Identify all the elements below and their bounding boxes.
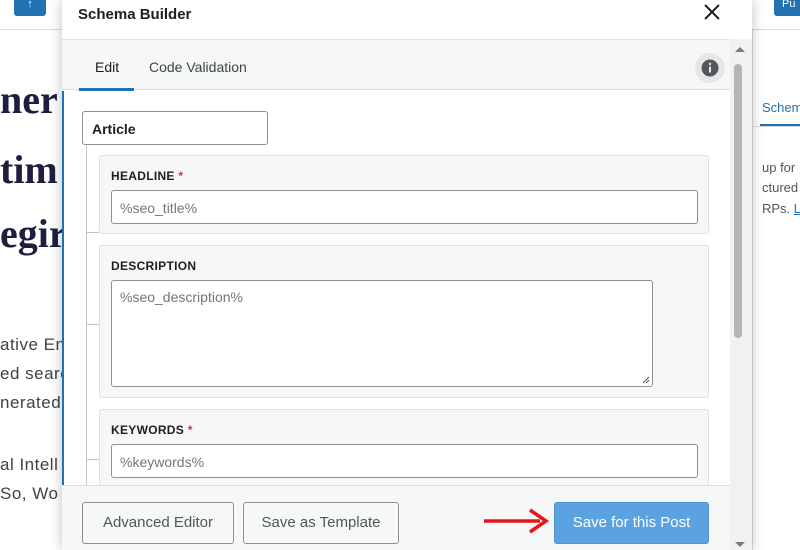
background-sidebar-divider xyxy=(752,126,800,127)
background-sidebar-text-3: RPs. Le xyxy=(762,201,800,216)
save-as-template-button[interactable]: Save as Template xyxy=(243,502,399,544)
annotation-arrow-icon xyxy=(484,508,550,534)
modal-footer: Advanced Editor Save as Template Save fo… xyxy=(62,485,730,550)
keywords-input[interactable]: %keywords% xyxy=(111,444,698,478)
background-sidebar-tab-underline xyxy=(760,124,800,126)
background-paragraph-line-3: nerated xyxy=(0,393,62,412)
background-sidebar-learn-more-link[interactable]: Le xyxy=(794,201,800,216)
description-field-panel: DESCRIPTION %seo_description% xyxy=(99,245,709,398)
tree-connector-description xyxy=(86,324,99,325)
description-textarea-value: %seo_description% xyxy=(120,289,243,305)
keywords-label-text: KEYWORDS xyxy=(111,423,185,437)
modal-title: Schema Builder xyxy=(78,6,192,23)
headline-input[interactable]: %seo_title% xyxy=(111,190,698,224)
keywords-label: KEYWORDS * xyxy=(111,423,193,437)
scrollbar-thumb[interactable] xyxy=(734,64,742,338)
content-left-accent xyxy=(62,91,64,485)
close-icon xyxy=(704,4,720,20)
tree-connector-vertical xyxy=(86,145,87,485)
headline-label-text: HEADLINE xyxy=(111,169,175,183)
tab-edit[interactable]: Edit xyxy=(95,59,119,75)
headline-label: HEADLINE * xyxy=(111,169,183,183)
headline-field-panel: HEADLINE * %seo_title% xyxy=(99,155,709,234)
background-sidebar-text-2: ctured xyxy=(762,180,799,195)
tree-connector-keywords xyxy=(86,459,99,460)
tab-code-validation[interactable]: Code Validation xyxy=(149,59,247,75)
background-headline-line-1: ner xyxy=(0,77,58,122)
resize-grip-icon[interactable] xyxy=(642,376,650,384)
background-paragraph-line-4: al Intell xyxy=(0,455,59,474)
background-headline-line-3: egir xyxy=(0,211,67,256)
info-icon xyxy=(701,59,719,77)
tabs-bar: Edit Code Validation xyxy=(62,39,730,91)
info-button[interactable] xyxy=(695,53,725,83)
keywords-required-marker: * xyxy=(187,423,193,437)
advanced-editor-button[interactable]: Advanced Editor xyxy=(82,502,234,544)
close-button[interactable] xyxy=(702,2,722,22)
schema-type-field[interactable]: Article xyxy=(82,111,268,145)
schema-editor-content: Article HEADLINE * %seo_title% DESCRIPTI… xyxy=(62,91,730,485)
background-sidebar-text-3-label: RPs. xyxy=(762,201,794,216)
tree-connector-headline xyxy=(86,232,99,233)
background-publish-button[interactable]: Pu xyxy=(774,0,800,16)
schema-builder-modal: Schema Builder Edit Code Validation Arti… xyxy=(62,0,752,550)
headline-required-marker: * xyxy=(178,169,184,183)
save-for-this-post-button[interactable]: Save for this Post xyxy=(554,502,709,544)
keywords-field-panel: KEYWORDS * %keywords% xyxy=(99,409,709,485)
description-textarea[interactable]: %seo_description% xyxy=(111,280,653,387)
background-paragraph-line-5: So, Wo xyxy=(0,484,59,503)
scroll-up-arrow-icon[interactable] xyxy=(733,44,747,54)
background-sidebar-tab-schema[interactable]: Schem xyxy=(762,100,800,115)
background-top-left-button[interactable]: ↑ xyxy=(14,0,46,16)
background-headline-line-2: tim xyxy=(0,147,58,192)
background-paragraph-line-2: ed searc xyxy=(0,364,70,383)
background-paragraph-line-1: ative En xyxy=(0,335,66,354)
scroll-down-arrow-icon[interactable] xyxy=(733,540,747,550)
background-sidebar-text-1: up for xyxy=(762,160,796,175)
description-label: DESCRIPTION xyxy=(111,259,197,273)
